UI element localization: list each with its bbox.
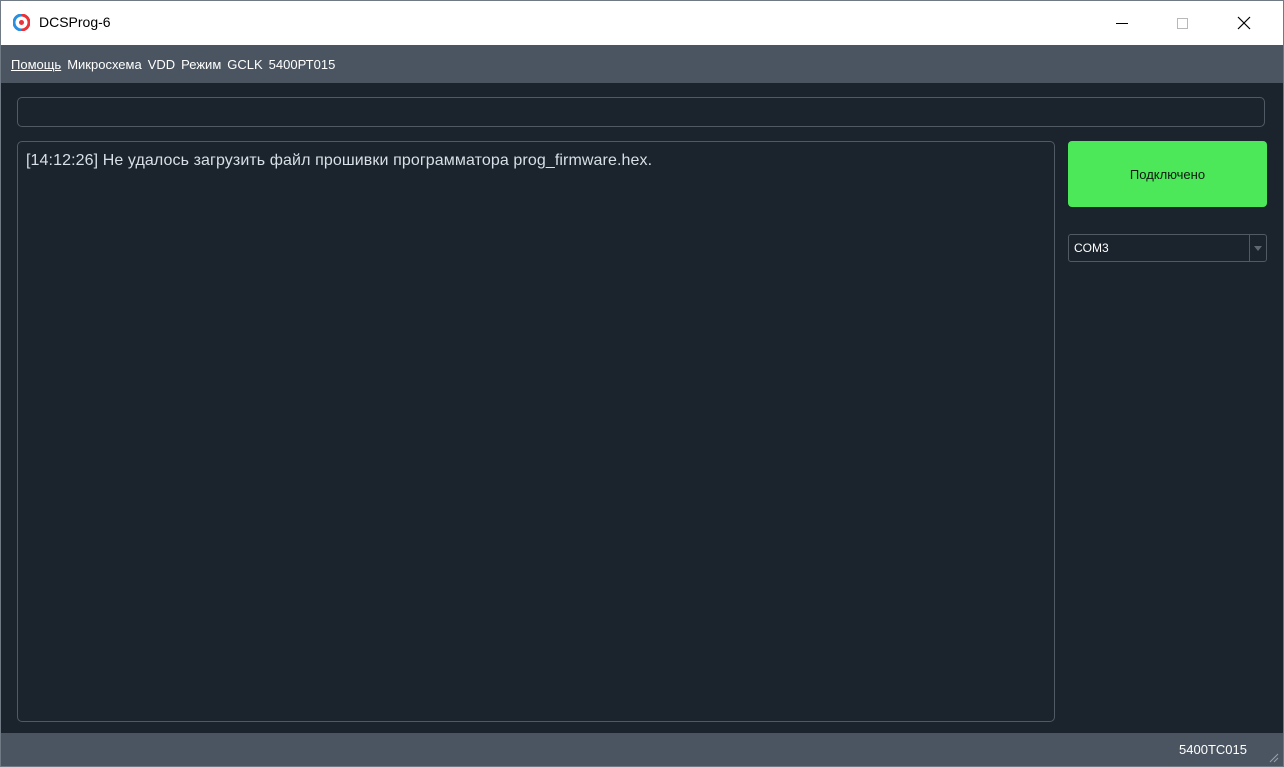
maximize-icon: [1176, 17, 1188, 29]
menu-device[interactable]: 5400РТ015: [269, 57, 336, 72]
menu-vdd[interactable]: VDD: [148, 57, 175, 72]
close-icon: [1237, 16, 1251, 30]
app-window: DCSProg-6 Помощь Микросхема VDD Режим GC…: [0, 0, 1284, 767]
port-select[interactable]: COM3: [1068, 234, 1267, 262]
port-select-arrow[interactable]: [1249, 235, 1266, 261]
dcsprog-app-icon: [13, 14, 30, 31]
menu-help[interactable]: Помощь: [11, 57, 61, 72]
menu-bar: Помощь Микросхема VDD Режим GCLK 5400РТ0…: [1, 45, 1283, 83]
log-line: [14:12:26] Не удалось загрузить файл про…: [26, 152, 653, 169]
menu-mode[interactable]: Режим: [181, 57, 221, 72]
maximize-button[interactable]: [1159, 1, 1205, 45]
chevron-down-icon: [1254, 245, 1262, 251]
window-title: DCSProg-6: [39, 14, 111, 30]
title-bar[interactable]: DCSProg-6: [1, 1, 1283, 45]
menu-gclk[interactable]: GCLK: [227, 57, 262, 72]
menu-chip[interactable]: Микросхема: [67, 57, 142, 72]
minimize-icon: [1116, 23, 1128, 24]
resize-grip-icon[interactable]: [1267, 751, 1279, 763]
close-button[interactable]: [1221, 1, 1267, 45]
status-device: 5400ТС015: [1179, 742, 1247, 757]
minimize-button[interactable]: [1099, 1, 1145, 45]
port-select-value: COM3: [1074, 241, 1109, 255]
connect-button[interactable]: Подключено: [1068, 141, 1267, 207]
log-panel[interactable]: [14:12:26] Не удалось загрузить файл про…: [17, 141, 1055, 722]
command-input[interactable]: [17, 97, 1265, 127]
status-bar: 5400ТС015: [1, 733, 1283, 766]
